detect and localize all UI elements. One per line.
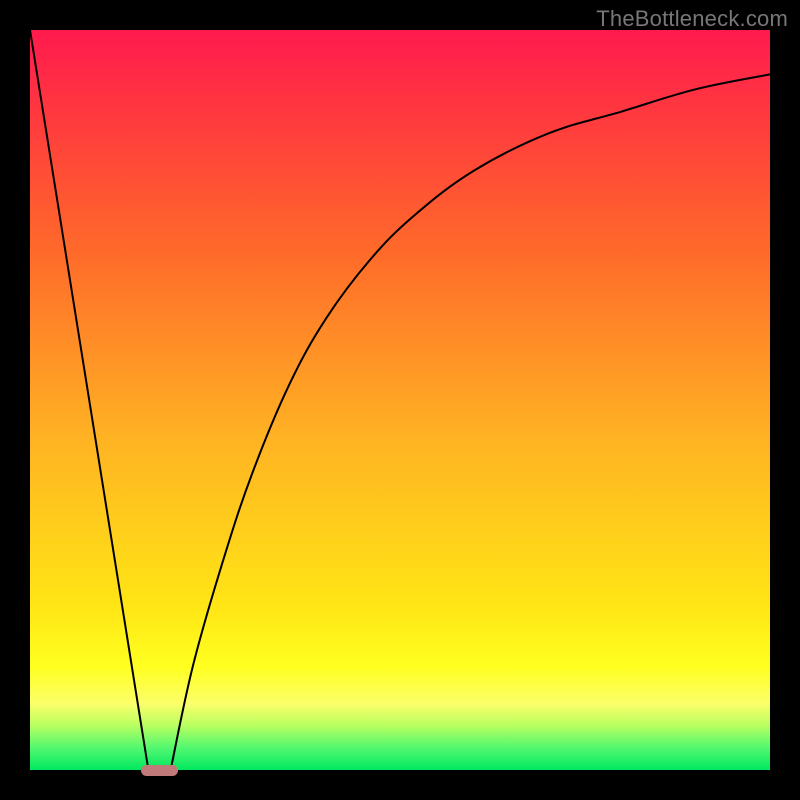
plot-area bbox=[30, 30, 770, 770]
curve-right bbox=[171, 74, 770, 770]
min-marker bbox=[141, 765, 178, 776]
watermark-text: TheBottleneck.com bbox=[596, 6, 788, 32]
curve-left bbox=[30, 30, 148, 770]
chart-frame: TheBottleneck.com bbox=[0, 0, 800, 800]
curve-svg bbox=[30, 30, 770, 770]
